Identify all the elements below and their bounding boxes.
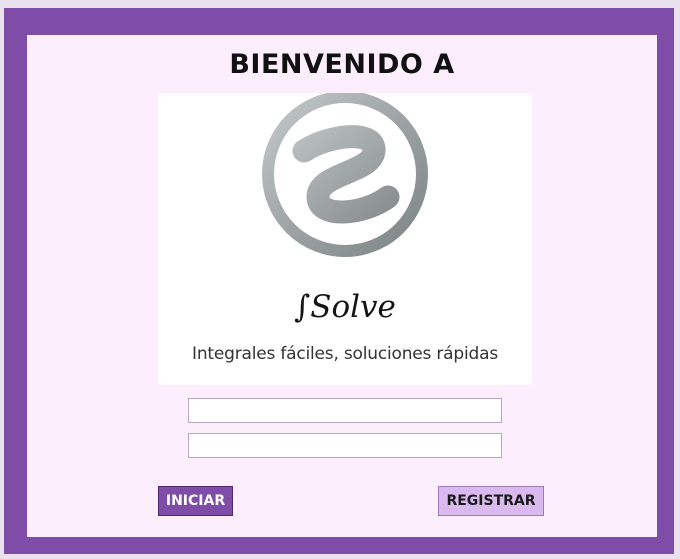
password-input[interactable] (188, 433, 502, 458)
login-button[interactable]: INICIAR (158, 486, 233, 516)
welcome-panel: BIENVENIDO A ∫Solve Integrales fáciles, … (27, 35, 657, 537)
brand-name: ∫Solve (294, 289, 396, 325)
logo-image: ∫Solve Integrales fáciles, soluciones rá… (158, 93, 532, 385)
register-button[interactable]: REGISTRAR (438, 486, 544, 516)
welcome-title: BIENVENIDO A (229, 49, 455, 80)
brand-tagline: Integrales fáciles, soluciones rápidas (192, 344, 498, 364)
window-frame: BIENVENIDO A ∫Solve Integrales fáciles, … (4, 8, 674, 554)
username-input[interactable] (188, 398, 502, 423)
fsolve-logo-icon (262, 93, 428, 257)
